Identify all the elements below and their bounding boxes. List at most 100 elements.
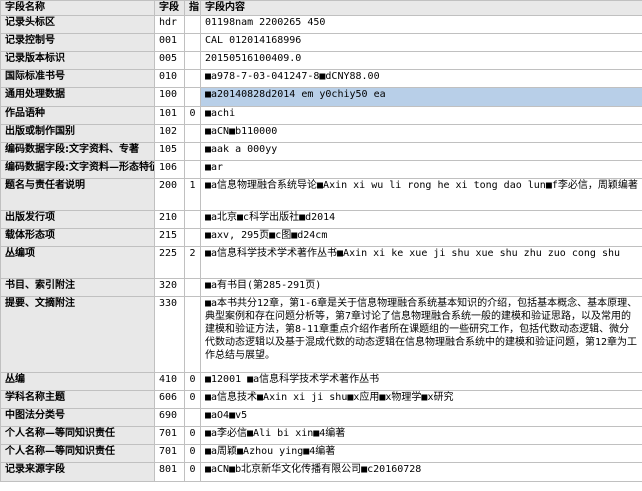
field-content-cell[interactable]: ■a信息物理融合系统导论■Axin xi wu li rong he xi to…: [200, 178, 642, 211]
field-name-cell[interactable]: 个人名称—等同知识责任: [0, 444, 155, 463]
field-name-cell[interactable]: 丛编: [0, 372, 155, 391]
indicator-cell[interactable]: [184, 87, 201, 107]
indicator-cell[interactable]: 0: [184, 106, 201, 125]
field-name-cell[interactable]: 记录来源字段: [0, 462, 155, 482]
field-content-cell[interactable]: ■aO4■v5: [200, 408, 642, 427]
field-tag-cell[interactable]: hdr: [154, 15, 185, 34]
column-header-field-name[interactable]: 字段名称: [0, 0, 155, 16]
field-content-cell[interactable]: ■a信息科学技术学术著作丛书■Axin xi ke xue ji shu xue…: [200, 246, 642, 279]
field-tag-cell[interactable]: 210: [154, 210, 185, 229]
field-content-cell[interactable]: ■aCN■b北京新华文化传播有限公司■c20160728: [200, 462, 642, 482]
indicator-cell[interactable]: [184, 278, 201, 297]
field-content-cell[interactable]: ■axv, 295页■c图■d24cm: [200, 228, 642, 247]
indicator-cell[interactable]: [184, 51, 201, 70]
column-header-indicator[interactable]: 指: [184, 0, 201, 16]
field-tag-cell[interactable]: 701: [154, 426, 185, 445]
field-content-cell[interactable]: ■a有书目(第285-291页): [200, 278, 642, 297]
field-tag-cell[interactable]: 410: [154, 372, 185, 391]
table-row[interactable]: 记录来源字段 801 0 ■aCN■b北京新华文化传播有限公司■c20160728: [0, 462, 642, 482]
table-row[interactable]: 个人名称—等同知识责任 701 0 ■a周颖■Azhou ying■4编著: [0, 444, 642, 463]
indicator-cell[interactable]: 1: [184, 178, 201, 211]
table-row[interactable]: 提要、文摘附注 330 ■a本书共分12章，第1-6章是关于信息物理融合系统基本知识…: [0, 296, 642, 373]
field-name-cell[interactable]: 提要、文摘附注: [0, 296, 155, 373]
field-tag-cell[interactable]: 215: [154, 228, 185, 247]
table-row[interactable]: 载体形态项 215 ■axv, 295页■c图■d24cm: [0, 228, 642, 247]
field-content-cell[interactable]: 01198nam 2200265 450: [200, 15, 642, 34]
indicator-cell[interactable]: [184, 15, 201, 34]
indicator-cell[interactable]: [184, 160, 201, 179]
field-content-cell[interactable]: ■a信息技术■Axin xi ji shu■x应用■x物理学■x研究: [200, 390, 642, 409]
field-name-cell[interactable]: 出版或制作国别: [0, 124, 155, 143]
field-content-cell[interactable]: ■a20140828d2014 em y0chiy50 ea: [200, 87, 642, 107]
table-row[interactable]: 通用处理数据 100 ■a20140828d2014 em y0chiy50 ea: [0, 87, 642, 107]
indicator-cell[interactable]: 0: [184, 444, 201, 463]
field-content-cell[interactable]: CAL 012014168996: [200, 33, 642, 52]
indicator-cell[interactable]: [184, 124, 201, 143]
indicator-cell[interactable]: 0: [184, 372, 201, 391]
field-name-cell[interactable]: 编码数据字段:文字资料—形态特征: [0, 160, 155, 179]
indicator-cell[interactable]: 0: [184, 462, 201, 482]
field-name-cell[interactable]: 记录版本标识: [0, 51, 155, 70]
table-row[interactable]: 编码数据字段:文字资料—形态特征 106 ■ar: [0, 160, 642, 179]
indicator-cell[interactable]: [184, 408, 201, 427]
field-tag-cell[interactable]: 106: [154, 160, 185, 179]
table-row[interactable]: 丛编 410 0 ■12001 ■a信息科学技术学术著作丛书: [0, 372, 642, 391]
table-row[interactable]: 丛编项 225 2 ■a信息科学技术学术著作丛书■Axin xi ke xue ji …: [0, 246, 642, 279]
field-content-cell[interactable]: ■aCN■b110000: [200, 124, 642, 143]
table-row[interactable]: 个人名称—等同知识责任 701 0 ■a李必信■Ali bi xin■4编著: [0, 426, 642, 445]
table-row[interactable]: 题名与责任者说明 200 1 ■a信息物理融合系统导论■Axin xi wu li r…: [0, 178, 642, 211]
table-row[interactable]: 中图法分类号 690 ■aO4■v5: [0, 408, 642, 427]
field-content-cell[interactable]: 20150516100409.0: [200, 51, 642, 70]
indicator-cell[interactable]: [184, 33, 201, 52]
field-name-cell[interactable]: 记录头标区: [0, 15, 155, 34]
column-header-content[interactable]: 字段内容: [200, 0, 642, 16]
indicator-cell[interactable]: [184, 228, 201, 247]
field-name-cell[interactable]: 学科名称主题: [0, 390, 155, 409]
field-tag-cell[interactable]: 010: [154, 69, 185, 88]
table-row[interactable]: 书目、索引附注 320 ■a有书目(第285-291页): [0, 278, 642, 297]
field-content-cell[interactable]: ■a北京■c科学出版社■d2014: [200, 210, 642, 229]
field-content-cell[interactable]: ■a周颖■Azhou ying■4编著: [200, 444, 642, 463]
field-tag-cell[interactable]: 001: [154, 33, 185, 52]
table-row[interactable]: 出版发行项 210 ■a北京■c科学出版社■d2014: [0, 210, 642, 229]
field-tag-cell[interactable]: 200: [154, 178, 185, 211]
indicator-cell[interactable]: [184, 69, 201, 88]
field-content-cell[interactable]: ■a本书共分12章，第1-6章是关于信息物理融合系统基本知识的介绍，包括基本概念…: [200, 296, 642, 373]
table-row[interactable]: 出版或制作国别 102 ■aCN■b110000: [0, 124, 642, 143]
table-row[interactable]: 国际标准书号 010 ■a978-7-03-041247-8■dCNY88.00: [0, 69, 642, 88]
field-content-cell[interactable]: ■achi: [200, 106, 642, 125]
field-name-cell[interactable]: 作品语种: [0, 106, 155, 125]
field-content-cell[interactable]: ■a978-7-03-041247-8■dCNY88.00: [200, 69, 642, 88]
field-name-cell[interactable]: 出版发行项: [0, 210, 155, 229]
field-content-cell[interactable]: ■ar: [200, 160, 642, 179]
column-header-tag[interactable]: 字段: [154, 0, 185, 16]
field-name-cell[interactable]: 载体形态项: [0, 228, 155, 247]
table-row[interactable]: 编码数据字段:文字资料、专著 105 ■aak a 000yy: [0, 142, 642, 161]
indicator-cell[interactable]: [184, 296, 201, 373]
field-content-cell[interactable]: ■12001 ■a信息科学技术学术著作丛书: [200, 372, 642, 391]
field-name-cell[interactable]: 题名与责任者说明: [0, 178, 155, 211]
field-name-cell[interactable]: 记录控制号: [0, 33, 155, 52]
indicator-cell[interactable]: 0: [184, 426, 201, 445]
field-tag-cell[interactable]: 102: [154, 124, 185, 143]
field-content-cell[interactable]: ■aak a 000yy: [200, 142, 642, 161]
field-tag-cell[interactable]: 100: [154, 87, 185, 107]
field-name-cell[interactable]: 中图法分类号: [0, 408, 155, 427]
field-tag-cell[interactable]: 225: [154, 246, 185, 279]
field-tag-cell[interactable]: 005: [154, 51, 185, 70]
table-row[interactable]: 学科名称主题 606 0 ■a信息技术■Axin xi ji shu■x应用■x物理学…: [0, 390, 642, 409]
field-name-cell[interactable]: 编码数据字段:文字资料、专著: [0, 142, 155, 161]
field-tag-cell[interactable]: 606: [154, 390, 185, 409]
field-tag-cell[interactable]: 101: [154, 106, 185, 125]
field-tag-cell[interactable]: 690: [154, 408, 185, 427]
field-tag-cell[interactable]: 701: [154, 444, 185, 463]
field-tag-cell[interactable]: 105: [154, 142, 185, 161]
table-row[interactable]: 作品语种 101 0 ■achi: [0, 106, 642, 125]
field-name-cell[interactable]: 国际标准书号: [0, 69, 155, 88]
table-row[interactable]: 记录版本标识 005 20150516100409.0: [0, 51, 642, 70]
field-name-cell[interactable]: 个人名称—等同知识责任: [0, 426, 155, 445]
table-row[interactable]: 记录头标区 hdr 01198nam 2200265 450: [0, 15, 642, 34]
field-tag-cell[interactable]: 330: [154, 296, 185, 373]
field-content-cell[interactable]: ■a李必信■Ali bi xin■4编著: [200, 426, 642, 445]
field-name-cell[interactable]: 书目、索引附注: [0, 278, 155, 297]
